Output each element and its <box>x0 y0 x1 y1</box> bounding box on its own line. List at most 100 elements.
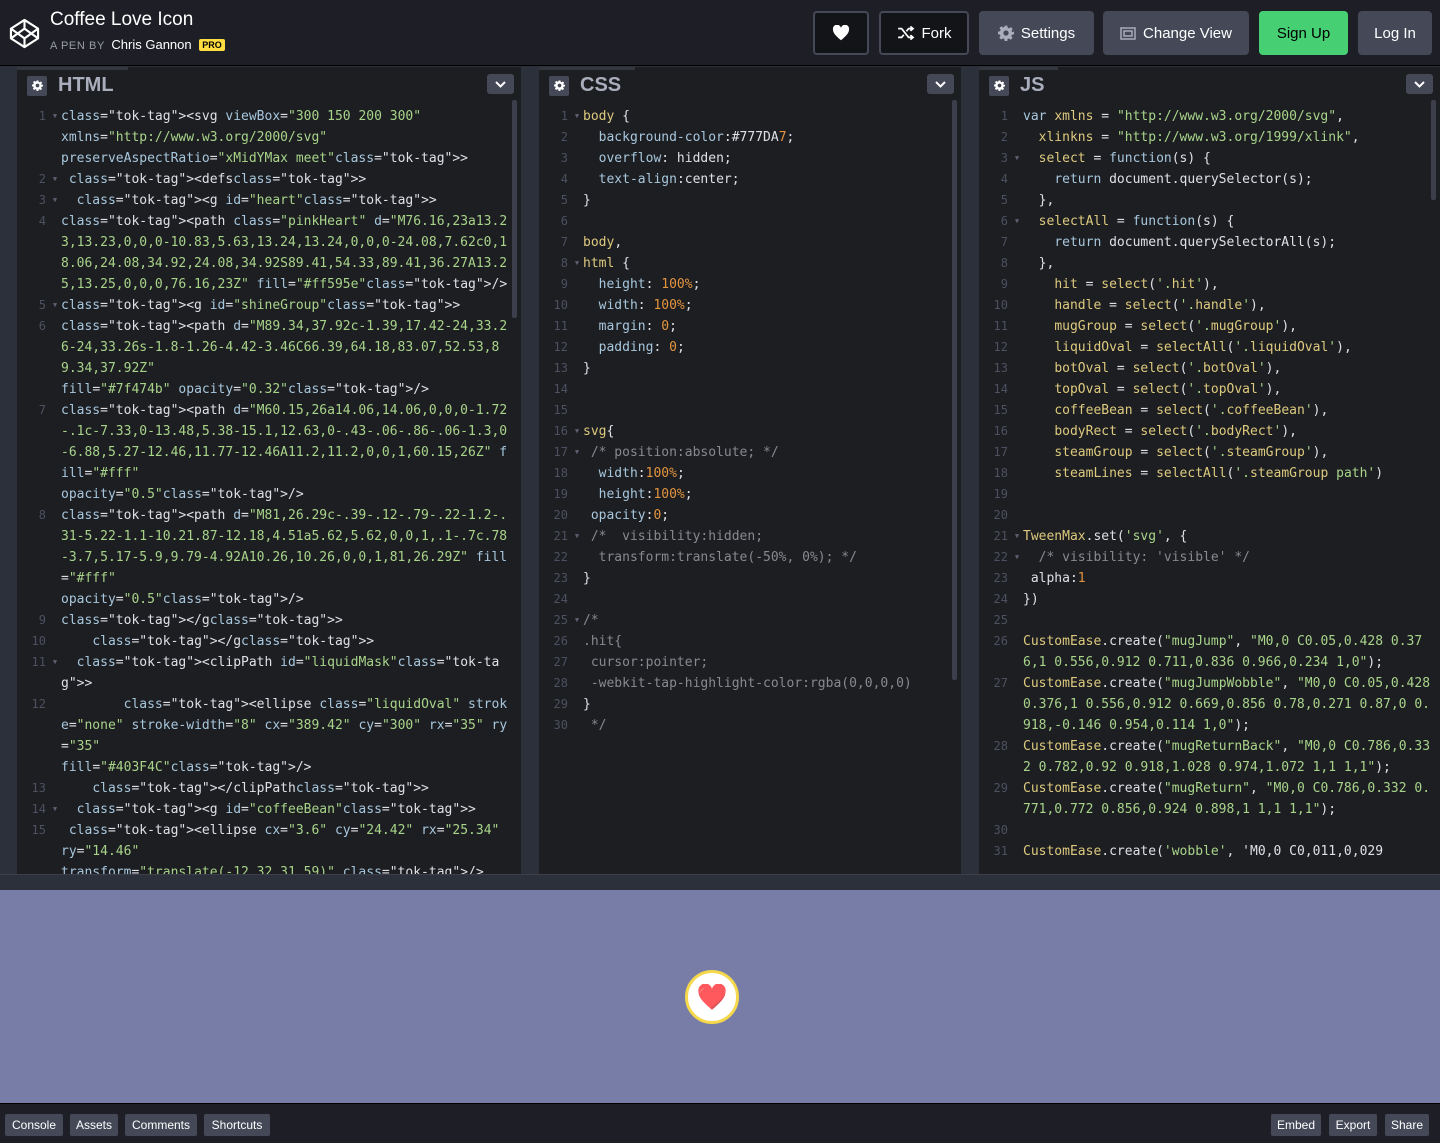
panel-resizer-html-css[interactable] <box>521 66 539 874</box>
js-editor-tab[interactable]: JS <box>979 67 1059 101</box>
code-line[interactable]: 1 var xmlns = "http://www.w3.org/2000/svg… <box>979 106 1440 127</box>
preview-resizer[interactable] <box>0 874 1440 890</box>
code-line[interactable]: 6 <box>539 211 961 232</box>
code-line[interactable]: 19 <box>979 484 1440 505</box>
code-line[interactable]: 21 ▼ /* visibility:hidden; <box>539 526 961 547</box>
code-line[interactable]: 11 margin: 0; <box>539 316 961 337</box>
code-line[interactable]: 1 ▼ class="tok-tag"><svg viewBox="300 150 … <box>17 106 521 169</box>
code-line[interactable]: 3 overflow: hidden; <box>539 148 961 169</box>
code-line[interactable]: 5 }, <box>979 190 1440 211</box>
fold-arrow-icon[interactable]: ▼ <box>571 106 583 127</box>
code-line[interactable]: 8 class="tok-tag"><path d="M81,26.29c-.39… <box>17 505 521 610</box>
code-line[interactable]: 15 <box>539 400 961 421</box>
code-line[interactable]: 6 class="tok-tag"><path d="M89.34,37.92c-… <box>17 316 521 400</box>
fold-arrow-icon[interactable]: ▼ <box>571 526 583 547</box>
code-line[interactable]: 7 body, <box>539 232 961 253</box>
code-line[interactable]: 13} <box>539 358 961 379</box>
code-line[interactable]: 10 handle = select('.handle'), <box>979 295 1440 316</box>
code-line[interactable]: 29} <box>539 694 961 715</box>
code-line[interactable]: 25 ▼/* <box>539 610 961 631</box>
html-code-area[interactable]: 1 ▼ class="tok-tag"><svg viewBox="300 150 … <box>17 106 521 874</box>
code-line[interactable]: 25 <box>979 610 1440 631</box>
fold-arrow-icon[interactable]: ▼ <box>571 253 583 274</box>
code-line[interactable]: 20 opacity:0; <box>539 505 961 526</box>
code-line[interactable]: 3 ▼ class="tok-tag"><g id="heart"class="t… <box>17 190 521 211</box>
fold-arrow-icon[interactable]: ▼ <box>49 169 61 190</box>
code-line[interactable]: 11 mugGroup = select('.mugGroup'), <box>979 316 1440 337</box>
css-code-area[interactable]: 1 ▼ body {2 background-color:#777DA7; 3 ove… <box>539 106 961 874</box>
code-line[interactable]: 3 ▼ select = function(s) { <box>979 148 1440 169</box>
code-line[interactable]: 29 CustomEase.create("mugReturn", "M0,0 C… <box>979 778 1440 820</box>
code-line[interactable]: 15 coffeeBean = select('.coffeeBean'), <box>979 400 1440 421</box>
code-line[interactable]: 8 ▼ html { <box>539 253 961 274</box>
signup-button[interactable]: Sign Up <box>1259 11 1348 55</box>
code-line[interactable]: 14 ▼ class="tok-tag"><g id="coffeeBean"cl… <box>17 799 521 820</box>
css-editor-tab[interactable]: CSS <box>539 67 636 101</box>
fold-arrow-icon[interactable]: ▼ <box>49 106 61 169</box>
code-line[interactable]: 4 text-align:center; <box>539 169 961 190</box>
code-line[interactable]: 1 ▼ body { <box>539 106 961 127</box>
fold-arrow-icon[interactable]: ▼ <box>1011 547 1023 568</box>
embed-button[interactable]: Embed <box>1271 1114 1321 1136</box>
login-button[interactable]: Log In <box>1358 11 1432 55</box>
change-view-button[interactable]: Change View <box>1103 11 1249 55</box>
fold-arrow-icon[interactable]: ▼ <box>49 799 61 820</box>
code-line[interactable]: 14 <box>539 379 961 400</box>
fold-arrow-icon[interactable]: ▼ <box>49 190 61 211</box>
css-settings-gear-icon[interactable] <box>549 75 569 96</box>
author-link[interactable]: Chris Gannon <box>111 37 191 52</box>
code-line[interactable]: 22 ▼ /* visibility: 'visible' */ <box>979 547 1440 568</box>
html-settings-gear-icon[interactable] <box>27 75 47 96</box>
code-line[interactable]: 13 class="tok-tag"></clipPathclass="tok-… <box>17 778 521 799</box>
code-line[interactable]: 13 botOval = select('.botOval'), <box>979 358 1440 379</box>
code-line[interactable]: 24}) <box>979 589 1440 610</box>
code-line[interactable]: 23} <box>539 568 961 589</box>
code-line[interactable]: 30 */ <box>539 715 961 736</box>
code-line[interactable]: 22 transform:translate(-50%, 0%); */ <box>539 547 961 568</box>
code-line[interactable]: 2 ▼ class="tok-tag"><defsclass="tok-tag">… <box>17 169 521 190</box>
code-line[interactable]: 18 width:100%; <box>539 463 961 484</box>
code-line[interactable]: 17 ▼ /* position:absolute; */ <box>539 442 961 463</box>
code-line[interactable]: 26 .hit{ <box>539 631 961 652</box>
console-button[interactable]: Console <box>5 1114 63 1136</box>
codepen-logo-icon[interactable] <box>9 18 40 49</box>
fold-arrow-icon[interactable]: ▼ <box>571 442 583 463</box>
code-line[interactable]: 8 }, <box>979 253 1440 274</box>
assets-button[interactable]: Assets <box>70 1114 118 1136</box>
html-editor-scrollbar[interactable] <box>512 100 517 318</box>
css-editor-dropdown[interactable] <box>927 74 954 94</box>
code-line[interactable]: 10 width: 100%; <box>539 295 961 316</box>
code-line[interactable]: 21 ▼ TweenMax.set('svg', { <box>979 526 1440 547</box>
code-line[interactable]: 28 -webkit-tap-highlight-color:rgba(0,0,… <box>539 673 961 694</box>
code-line[interactable]: 20 <box>979 505 1440 526</box>
share-button[interactable]: Share <box>1385 1114 1429 1136</box>
code-line[interactable]: 16 ▼ svg{ <box>539 421 961 442</box>
code-line[interactable]: 12 padding: 0; <box>539 337 961 358</box>
code-line[interactable]: 12 liquidOval = selectAll('.liquidOval')… <box>979 337 1440 358</box>
code-line[interactable]: 4 return document.querySelector(s); <box>979 169 1440 190</box>
code-line[interactable]: 9 hit = select('.hit'), <box>979 274 1440 295</box>
code-line[interactable]: 5 ▼ class="tok-tag"><g id="shineGroup"clas… <box>17 295 521 316</box>
coffee-love-heart-button[interactable] <box>685 970 739 1024</box>
html-editor-tab[interactable]: HTML <box>17 67 128 101</box>
shortcuts-button[interactable]: Shortcuts <box>204 1114 270 1136</box>
fold-arrow-icon[interactable]: ▼ <box>571 610 583 631</box>
js-editor-scrollbar[interactable] <box>1431 100 1436 200</box>
code-line[interactable]: 11 ▼ class="tok-tag"><clipPath id="liquid… <box>17 652 521 694</box>
code-line[interactable]: 9 class="tok-tag"></gclass="tok-tag">> <box>17 610 521 631</box>
settings-button[interactable]: Settings <box>979 11 1094 55</box>
code-line[interactable]: 31 CustomEase.create('wobble', 'M0,0 C0,0… <box>979 841 1440 862</box>
code-line[interactable]: 5} <box>539 190 961 211</box>
love-button[interactable] <box>813 11 869 55</box>
fold-arrow-icon[interactable]: ▼ <box>571 421 583 442</box>
html-editor-dropdown[interactable] <box>487 74 514 94</box>
js-code-area[interactable]: 1 var xmlns = "http://www.w3.org/2000/svg… <box>979 106 1440 874</box>
fold-arrow-icon[interactable]: ▼ <box>1011 526 1023 547</box>
export-button[interactable]: Export <box>1329 1114 1377 1136</box>
code-line[interactable]: 28 CustomEase.create("mugReturnBack", "M0… <box>979 736 1440 778</box>
code-line[interactable]: 24 <box>539 589 961 610</box>
code-line[interactable]: 7 return document.querySelectorAll(s); <box>979 232 1440 253</box>
pen-title[interactable]: Coffee Love Icon <box>50 9 193 31</box>
code-line[interactable]: 12 class="tok-tag"><ellipse class="liqui… <box>17 694 521 778</box>
js-settings-gear-icon[interactable] <box>989 75 1009 96</box>
